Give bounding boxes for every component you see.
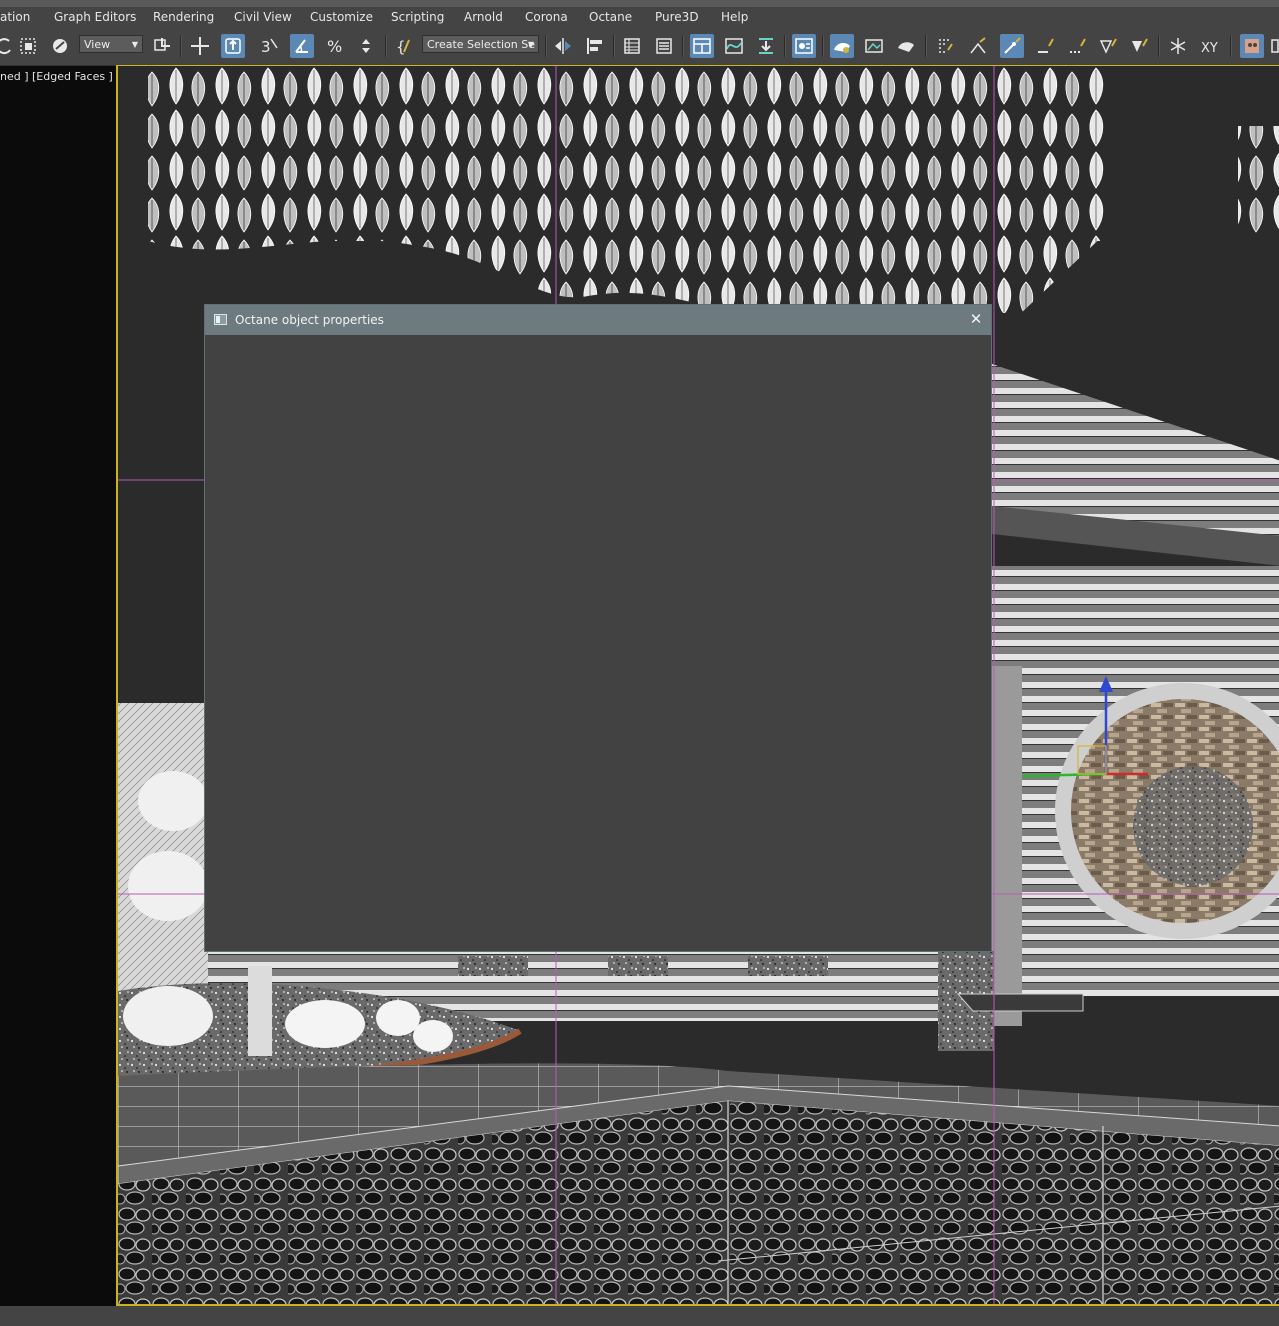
toolbar-separator	[613, 35, 615, 57]
curve-editor-icon[interactable]	[722, 34, 746, 58]
window-top-strip	[0, 0, 1279, 7]
toolbar-separator	[925, 35, 927, 57]
toolbar-separator	[180, 35, 182, 57]
menu-customize[interactable]: Customize	[310, 10, 373, 24]
material-editor-icon[interactable]	[792, 34, 816, 58]
svg-text:%: %	[327, 37, 342, 56]
menu-graph-editors[interactable]: Graph Editors	[54, 10, 136, 24]
dialog-title-bar[interactable]: Octane object properties ✕	[205, 305, 991, 335]
schematic-view-icon[interactable]	[754, 34, 778, 58]
spinner-snap-icon[interactable]	[354, 34, 378, 58]
snap-grid-icon[interactable]	[934, 34, 958, 58]
angle-snap-icon[interactable]	[290, 34, 314, 58]
snap-pivot-icon[interactable]	[1128, 34, 1152, 58]
render-setup-icon[interactable]	[830, 34, 854, 58]
named-selection-icon[interactable]: {	[392, 34, 416, 58]
render-frame-icon[interactable]	[862, 34, 886, 58]
command-panel-left	[0, 66, 116, 1306]
main-toolbar: View ▼ 3 % { Create Selection Se ▼ XY	[0, 29, 1279, 66]
toolbar-separator	[1230, 35, 1232, 57]
svg-text:{: {	[396, 38, 406, 56]
toolbar-separator	[784, 35, 786, 57]
menu-animation[interactable]: ation	[0, 10, 30, 24]
svg-text:3: 3	[261, 38, 271, 56]
menu-rendering[interactable]: Rendering	[153, 10, 214, 24]
percent-snap-icon[interactable]: %	[323, 34, 347, 58]
redo-icon[interactable]	[0, 34, 16, 58]
octane-render-icon[interactable]	[1240, 34, 1264, 58]
mirror-icon[interactable]	[551, 34, 575, 58]
layer-explorer-icon[interactable]	[652, 34, 676, 58]
toggle-ribbon-icon[interactable]	[690, 34, 714, 58]
toolbar-separator	[682, 35, 684, 57]
select-manipulate-icon[interactable]	[221, 34, 245, 58]
window-icon	[214, 314, 227, 325]
toolbar-separator	[822, 35, 824, 57]
menu-help[interactable]: Help	[721, 10, 748, 24]
octane-object-properties-dialog: Octane object properties ✕	[204, 304, 992, 952]
dialog-body	[205, 335, 991, 951]
toolbar-separator	[385, 35, 387, 57]
snap-endpoint-icon[interactable]	[1000, 34, 1024, 58]
menu-arnold[interactable]: Arnold	[464, 10, 503, 24]
snap-face-icon[interactable]	[1097, 34, 1121, 58]
svg-text:XY: XY	[1201, 41, 1218, 56]
move-icon[interactable]	[188, 34, 212, 58]
axis-constraint-icon[interactable]: XY	[1198, 34, 1222, 58]
menu-corona[interactable]: Corona	[525, 10, 568, 24]
menu-octane[interactable]: Octane	[589, 10, 632, 24]
selection-set-dropdown[interactable]: Create Selection Se ▼	[422, 35, 539, 53]
snap-midpoint-icon[interactable]	[1034, 34, 1058, 58]
freeze-icon[interactable]	[1166, 34, 1190, 58]
snap-vertex-icon[interactable]	[966, 34, 990, 58]
reference-coordinate-value: View	[84, 38, 111, 51]
pivot-center-icon[interactable]	[150, 34, 174, 58]
render-icon[interactable]	[894, 34, 918, 58]
align-icon[interactable]	[583, 34, 607, 58]
toolbar-separator	[1158, 35, 1160, 57]
toolbar-separator	[545, 35, 547, 57]
chevron-down-icon: ▼	[131, 40, 138, 49]
snap-3d-icon[interactable]: 3	[257, 34, 281, 58]
selection-set-value: Create Selection Se	[427, 38, 535, 51]
reference-coordinate-dropdown[interactable]: View ▼	[79, 35, 143, 53]
menu-pure3d[interactable]: Pure3D	[655, 10, 699, 24]
menu-scripting[interactable]: Scripting	[391, 10, 444, 24]
chevron-down-icon: ▼	[527, 40, 534, 49]
status-bar	[0, 1307, 1279, 1326]
close-button[interactable]: ✕	[969, 312, 983, 327]
scene-explorer-icon[interactable]	[620, 34, 644, 58]
menu-civil-view[interactable]: Civil View	[234, 10, 292, 24]
menu-bar: ation Graph Editors Rendering Civil View…	[0, 7, 1279, 29]
region-select-icon[interactable]	[16, 34, 40, 58]
viewport-label[interactable]: ned ] [Edged Faces ]	[0, 70, 113, 83]
link-icon[interactable]	[48, 34, 72, 58]
snap-edge-icon[interactable]	[1066, 34, 1090, 58]
dialog-title: Octane object properties	[235, 313, 384, 327]
toolbar-overflow-icon[interactable]	[1268, 34, 1279, 58]
